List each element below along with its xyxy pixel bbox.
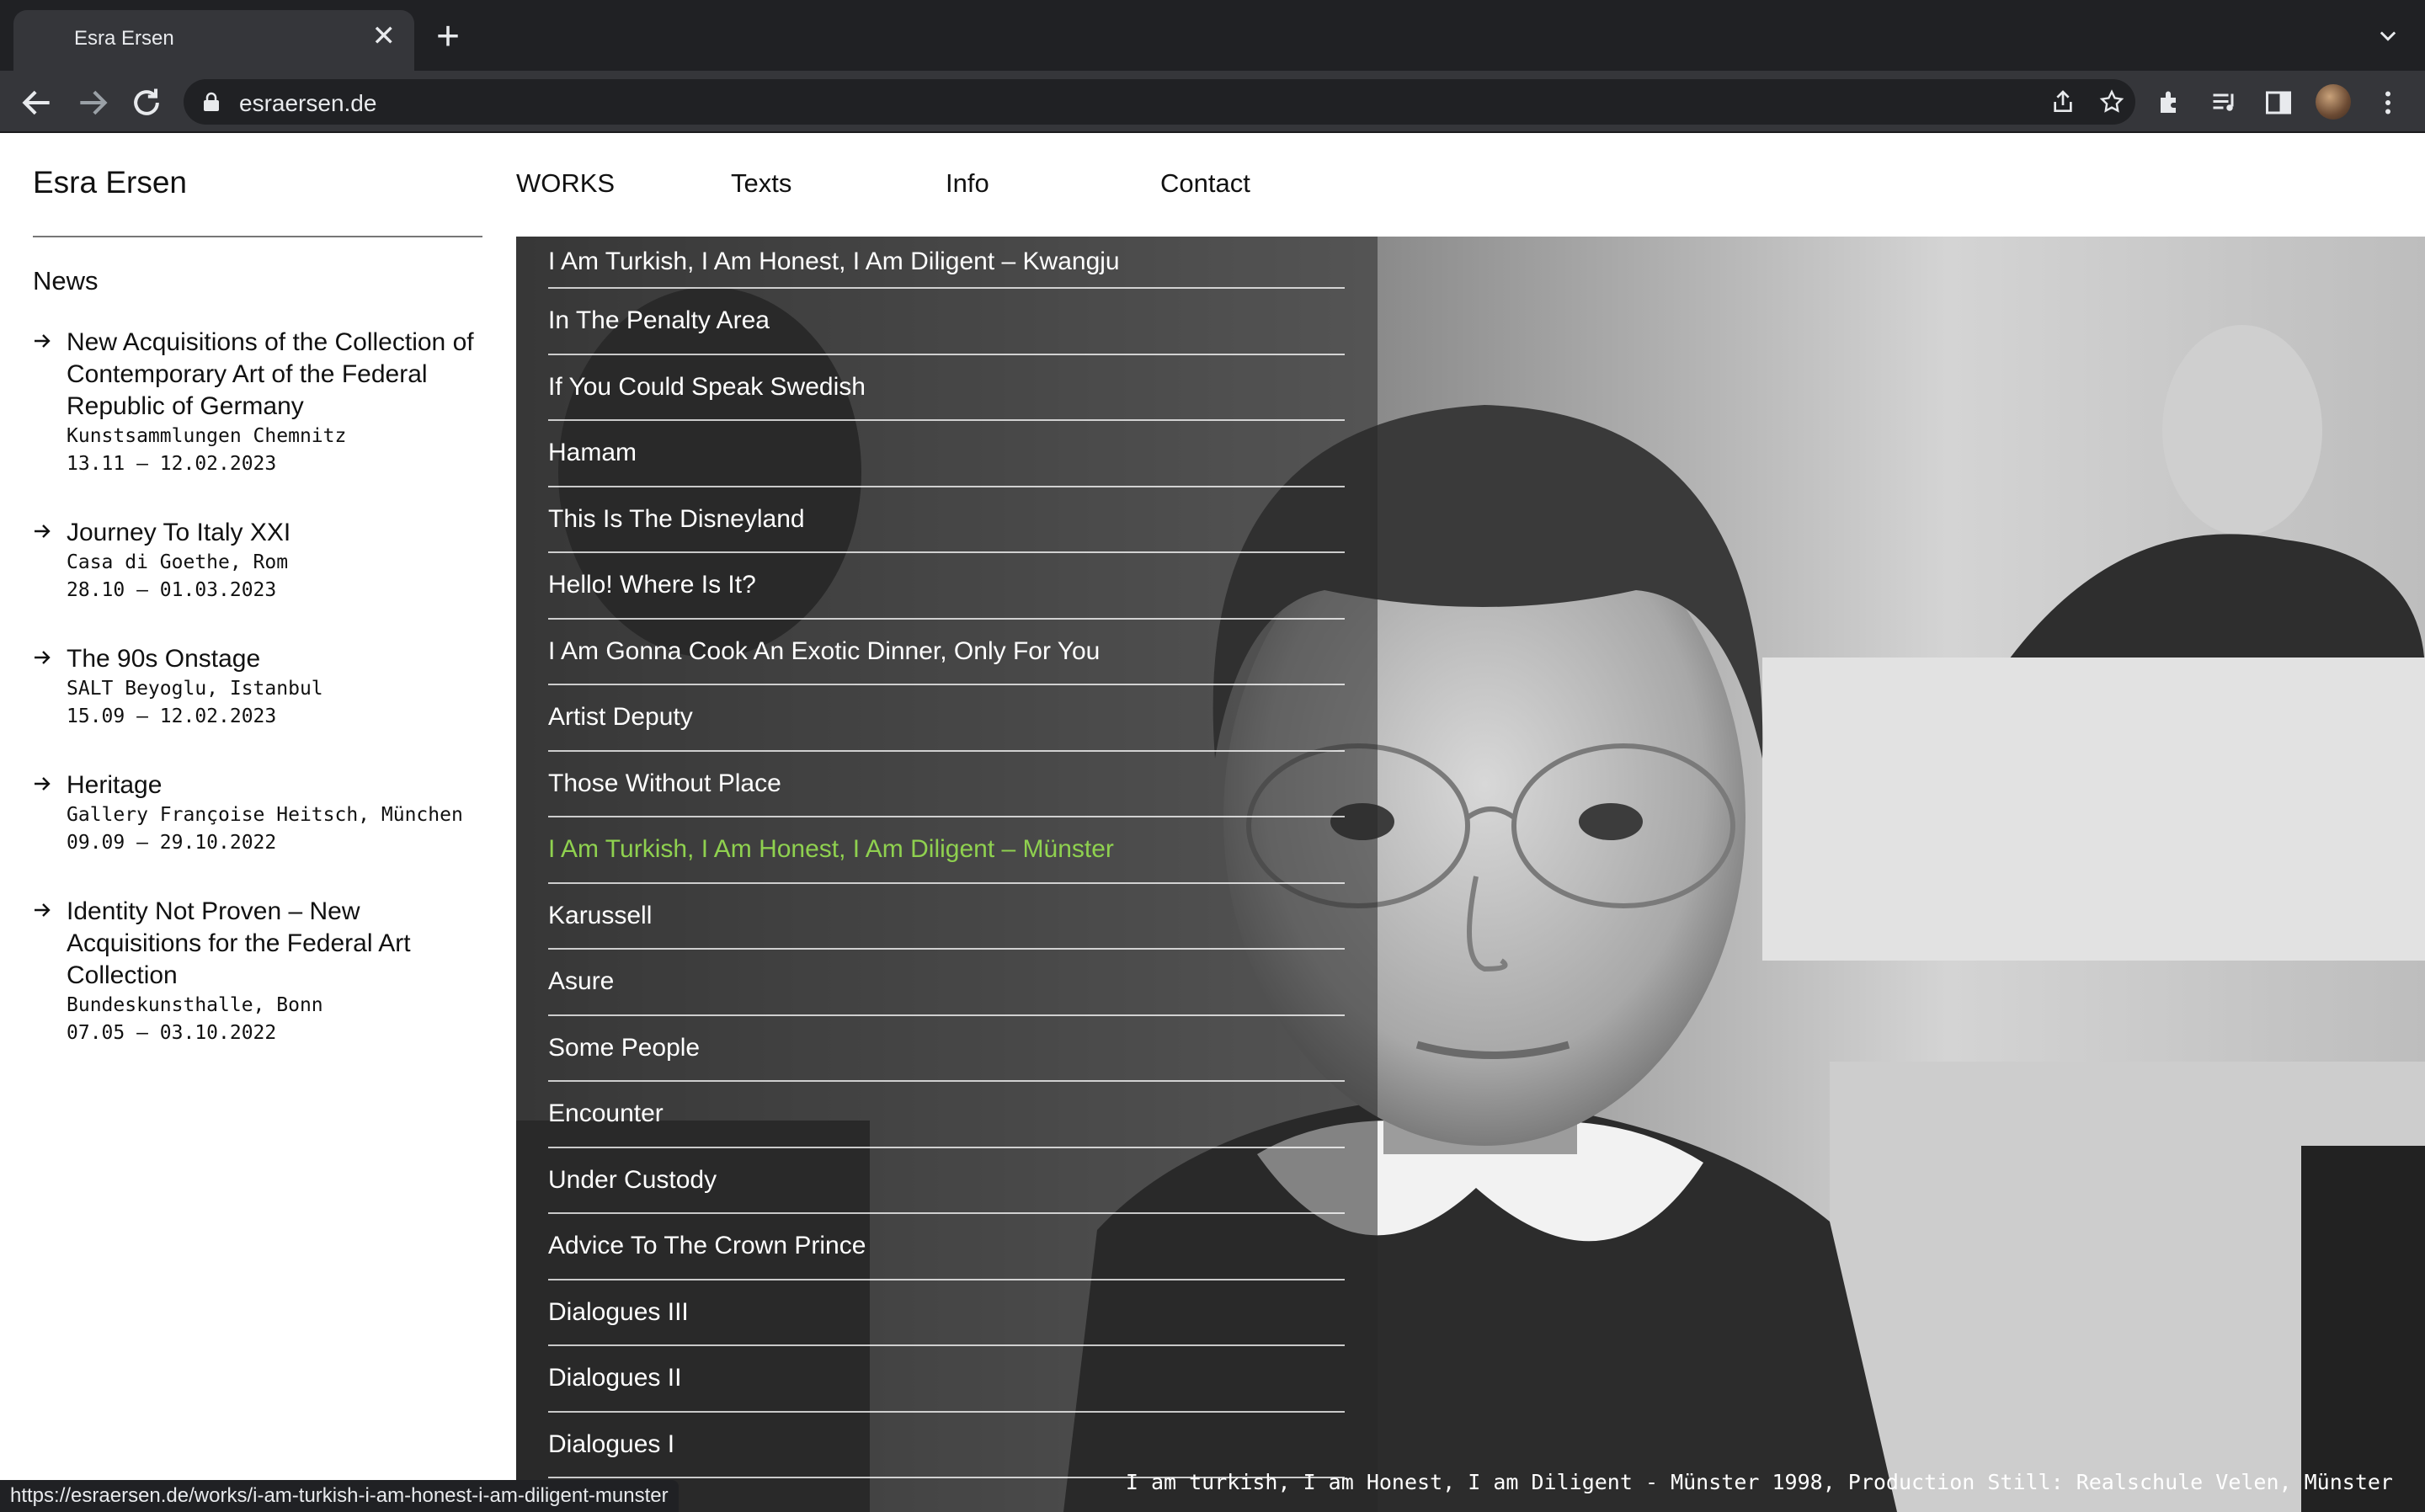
extensions-puzzle-icon[interactable] [2156,88,2186,118]
work-item[interactable]: Karussell [548,884,1345,950]
news-venue: Casa di Goethe, Rom [67,551,289,573]
browser-tab-strip: Esra Ersen ✕ + [0,0,2425,71]
news-dates: 09.09 – 29.10.2022 [67,832,277,854]
arrow-right-icon [35,777,51,791]
news-title[interactable]: Journey To Italy XXI [67,517,488,549]
reload-icon[interactable] [128,84,165,121]
share-icon[interactable] [2049,88,2076,115]
news-title[interactable]: Identity Not Proven – New Acquisitions f… [67,896,488,992]
news-title[interactable]: Heritage [67,769,488,801]
work-item[interactable]: Dialogues I [548,1413,1345,1478]
nav-texts[interactable]: Texts [731,168,791,199]
work-item[interactable]: Dialogues III [548,1280,1345,1346]
work-item[interactable]: In The Penalty Area [548,289,1345,355]
news-heading: News [33,266,99,295]
work-item[interactable]: I Am Turkish, I Am Honest, I Am Diligent… [548,817,1345,884]
arrow-right-icon [35,903,51,917]
work-item[interactable]: Artist Deputy [548,685,1345,752]
news-list: New Acquisitions of the Collection of Co… [33,327,488,1086]
nav-contact[interactable]: Contact [1160,168,1250,199]
arrow-right-icon [35,334,51,348]
sidebar-divider [33,236,482,237]
status-bar-url: https://esraersen.de/works/i-am-turkish-… [0,1480,679,1512]
lock-icon[interactable] [202,92,221,112]
news-dates: 07.05 – 03.10.2022 [67,1022,277,1044]
news-venue: SALT Beyoglu, Istanbul [67,678,323,700]
news-title[interactable]: New Acquisitions of the Collection of Co… [67,327,488,423]
new-tab-icon[interactable]: + [436,17,460,57]
url-text[interactable]: esraersen.de [239,90,376,117]
bookmark-star-icon[interactable] [2098,88,2125,115]
tab-search-chevron-icon[interactable] [2376,24,2400,47]
browser-tab[interactable]: Esra Ersen ✕ [13,10,414,71]
news-dates: 28.10 – 01.03.2023 [67,579,277,601]
news-item[interactable]: Identity Not Proven – New Acquisitions f… [33,896,488,1047]
news-venue: Bundeskunsthalle, Bonn [67,994,323,1016]
work-item[interactable]: Those Without Place [548,752,1345,817]
tab-title: Esra Ersen [74,27,174,50]
side-panel-icon[interactable] [2263,88,2294,118]
photo-caption: I am turkish, I am Honest, I am Diligent… [1125,1470,2393,1494]
tab-close-icon[interactable]: ✕ [372,22,397,51]
forward-arrow-icon[interactable] [74,84,111,121]
nav-info[interactable]: Info [946,168,989,199]
news-title[interactable]: The 90s Onstage [67,643,488,675]
works-list: I Am Turkish, I Am Honest, I Am Diligent… [548,237,1345,1478]
work-item[interactable]: Under Custody [548,1148,1345,1214]
work-item[interactable]: Hamam [548,421,1345,487]
arrow-right-icon [35,524,51,538]
nav-works[interactable]: WORKS [516,168,615,199]
work-item[interactable]: Encounter [548,1082,1345,1148]
work-item[interactable]: This Is The Disneyland [548,487,1345,553]
profile-avatar[interactable] [2316,84,2351,120]
news-dates: 15.09 – 12.02.2023 [67,705,277,727]
work-item[interactable]: I Am Gonna Cook An Exotic Dinner, Only F… [548,620,1345,685]
web-page: Esra Ersen WORKS Texts Info Contact News… [0,133,2425,1512]
back-arrow-icon[interactable] [19,84,56,121]
work-item[interactable]: I Am Turkish, I Am Honest, I Am Diligent… [548,237,1345,289]
address-bar[interactable]: esraersen.de [184,79,2135,125]
news-item[interactable]: Heritage Gallery Françoise Heitsch, Münc… [33,769,488,857]
news-dates: 13.11 – 12.02.2023 [67,453,277,475]
news-item[interactable]: New Acquisitions of the Collection of Co… [33,327,488,478]
work-item[interactable]: Advice To The Crown Prince [548,1214,1345,1280]
more-menu-icon[interactable] [2373,88,2403,118]
arrow-right-icon [35,651,51,664]
works-menu: I Am Turkish, I Am Honest, I Am Diligent… [516,237,1378,1512]
work-item[interactable]: Dialogues II [548,1346,1345,1413]
news-venue: Kunstsammlungen Chemnitz [67,425,347,447]
news-item[interactable]: Journey To Italy XXI Casa di Goethe, Rom… [33,517,488,604]
browser-toolbar: esraersen.de [0,71,2425,133]
news-venue: Gallery Françoise Heitsch, München [67,804,463,826]
media-queue-icon[interactable] [2209,88,2240,118]
work-item[interactable]: Asure [548,950,1345,1016]
news-item[interactable]: The 90s Onstage SALT Beyoglu, Istanbul 1… [33,643,488,731]
work-item[interactable]: Hello! Where Is It? [548,553,1345,620]
work-item[interactable]: If You Could Speak Swedish [548,355,1345,421]
site-title-link[interactable]: Esra Ersen [33,165,187,200]
work-item[interactable]: Some People [548,1016,1345,1082]
